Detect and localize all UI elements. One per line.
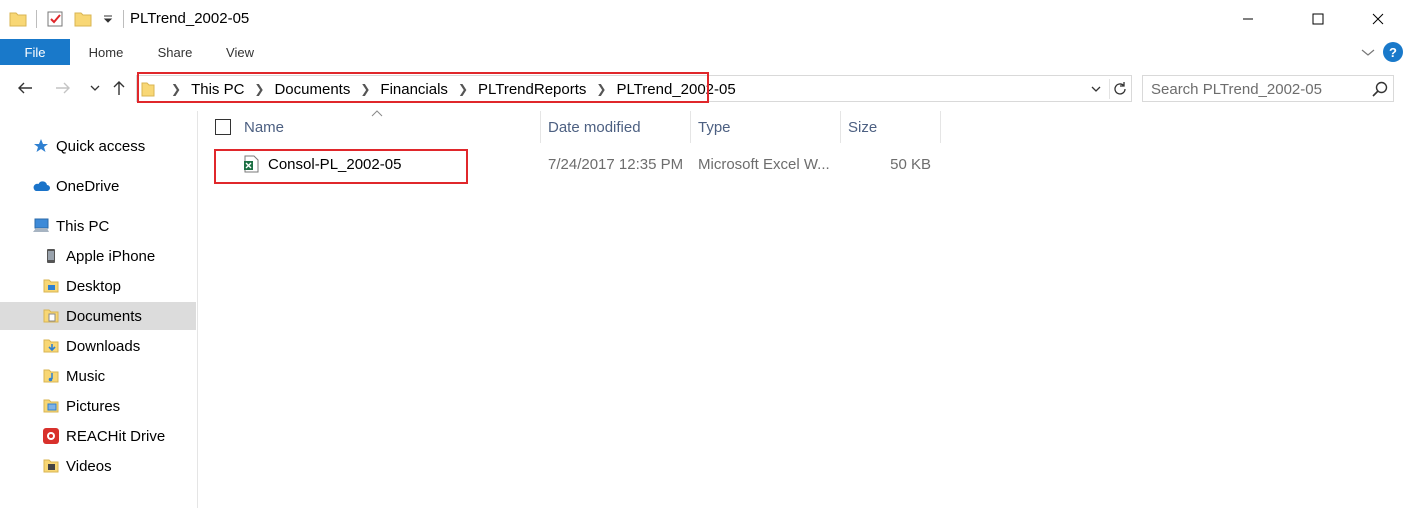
sidebar-item-label: Quick access [56,137,146,155]
address-history-button[interactable] [1087,79,1105,99]
expand-ribbon-chevron-icon[interactable] [1360,44,1376,60]
sidebar-item-label: Desktop [66,277,122,295]
file-size: 50 KB [890,155,931,173]
title-bar: PLTrend_2002-05 [0,0,1407,39]
chevron-down-icon [90,85,100,91]
file-date-modified: 7/24/2017 12:35 PM [548,155,684,173]
tab-share[interactable]: Share [146,39,204,65]
desktop-folder-icon [42,277,60,295]
maximize-button[interactable] [1295,0,1341,38]
back-button[interactable] [14,77,36,99]
window-title: PLTrend_2002-05 [130,10,250,27]
chevron-down-icon [1091,86,1101,92]
sidebar-item-apple-iphone[interactable]: Apple iPhone [0,242,196,270]
back-arrow-icon [18,82,32,94]
sidebar-item-videos[interactable]: Videos [0,452,196,480]
column-header-date-modified[interactable]: Date modified [548,111,688,143]
toolbar-separator [123,10,124,28]
quick-access-toolbar [8,8,124,30]
phone-icon [42,247,60,265]
search-box[interactable] [1142,75,1394,102]
sidebar-item-label: OneDrive [56,177,120,195]
sidebar-item-pictures[interactable]: Pictures [0,392,196,420]
documents-folder-icon [42,307,60,325]
column-header-size[interactable]: Size [848,111,938,143]
column-divider[interactable] [840,111,841,143]
column-divider[interactable] [690,111,691,143]
music-folder-icon [42,367,60,385]
recent-locations-button[interactable] [84,77,106,99]
tab-file[interactable]: File [0,39,70,65]
sidebar-item-music[interactable]: Music [0,362,196,390]
up-arrow-icon [113,81,125,95]
minimize-button[interactable] [1225,0,1271,38]
file-highlight-box [214,149,468,184]
computer-icon [32,217,50,235]
address-highlight-box [137,72,709,103]
help-button[interactable]: ? [1383,42,1403,62]
videos-folder-icon [42,457,60,475]
column-header-type[interactable]: Type [698,111,838,143]
star-icon [32,137,50,155]
sidebar-item-label: Pictures [66,397,121,415]
refresh-button[interactable] [1109,79,1129,99]
sidebar-item-label: Documents [66,307,142,325]
column-header-name[interactable]: Name [244,111,534,143]
customize-toolbar-chevron-icon[interactable] [101,13,115,26]
pictures-folder-icon [42,397,60,415]
sidebar-item-label: REACHit Drive [66,427,166,445]
folder-icon [8,8,28,30]
up-button[interactable] [108,77,130,99]
sidebar-item-documents[interactable]: Documents [0,302,196,330]
file-type: Microsoft Excel W... [698,155,830,173]
file-list: Name Date modified Type Size Consol-PL_2… [199,110,1407,508]
sidebar-item-desktop[interactable]: Desktop [0,272,196,300]
sidebar-item-onedrive[interactable]: OneDrive [0,172,196,200]
downloads-folder-icon [42,337,60,355]
column-divider[interactable] [540,111,541,143]
ribbon-tabs: File Home Share View ? [0,39,1407,65]
tab-view[interactable]: View [214,39,266,65]
sidebar-item-label: Apple iPhone [66,247,156,265]
sidebar-item-label: Videos [66,457,112,475]
refresh-icon [1113,82,1126,95]
toolbar-separator [36,10,37,28]
sidebar-item-label: Downloads [66,337,141,355]
sidebar-item-downloads[interactable]: Downloads [0,332,196,360]
sidebar-item-label: This PC [56,217,110,235]
search-icon[interactable] [1371,80,1389,98]
tab-home[interactable]: Home [76,39,136,65]
new-folder-icon[interactable] [73,8,93,30]
reachit-drive-icon [42,427,60,445]
close-icon [1372,13,1384,25]
forward-arrow-icon [56,82,70,94]
close-button[interactable] [1355,0,1401,38]
search-input[interactable] [1151,79,1361,99]
cloud-icon [32,177,50,195]
forward-button[interactable] [52,77,74,99]
maximize-icon [1312,13,1324,25]
column-divider[interactable] [940,111,941,143]
select-all-checkbox[interactable] [215,119,231,135]
properties-icon[interactable] [45,8,65,30]
sidebar-item-reachit-drive[interactable]: REACHit Drive [0,422,196,450]
minimize-icon [1243,18,1253,20]
sidebar-item-label: Music [66,367,106,385]
sidebar-item-this-pc[interactable]: This PC [0,212,196,240]
sidebar-item-quick-access[interactable]: Quick access [0,132,196,160]
navigation-pane: Quick access OneDrive This PC Apple iPho… [0,111,198,508]
